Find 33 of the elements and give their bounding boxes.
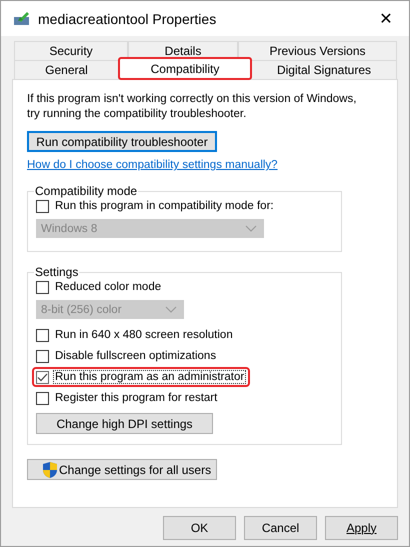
help-link[interactable]: How do I choose compatibility settings manually? <box>27 159 278 171</box>
checkbox-label[interactable]: Run this program in compatibility mode for: <box>53 199 276 213</box>
chevron-down-icon <box>165 306 177 313</box>
checkbox[interactable] <box>36 280 49 294</box>
checkbox[interactable] <box>36 200 49 212</box>
tab[interactable]: Security <box>14 41 128 60</box>
intro-text: If this program isn't working correctly on this version of Windows, try running the compatibility troubleshooter. <box>27 92 357 122</box>
checkbox-label[interactable]: Register this program for restart <box>53 391 220 405</box>
app-icon <box>14 12 30 26</box>
dialog-button[interactable]: Cancel <box>244 516 317 540</box>
checkbox-label[interactable]: Reduced color mode <box>53 280 164 294</box>
checkbox-label[interactable]: Disable fullscreen optimizations <box>53 349 218 363</box>
troubleshooter-button[interactable]: Run compatibility troubleshooter <box>27 131 217 152</box>
all-users-button[interactable]: Change settings for all users <box>27 459 217 480</box>
tab[interactable]: General <box>14 60 119 79</box>
shield-icon <box>42 460 58 478</box>
close-button[interactable]: ✕ <box>363 4 409 34</box>
group-label: Settings <box>34 265 80 279</box>
checkbox-label[interactable]: Run in 640 x 480 screen resolution <box>53 328 235 342</box>
checkbox[interactable] <box>36 370 49 384</box>
tab[interactable]: Compatibility <box>119 58 251 79</box>
dpi-settings-button[interactable]: Change high DPI settings <box>36 413 213 434</box>
checkbox[interactable] <box>36 350 49 362</box>
checkbox[interactable] <box>36 328 49 342</box>
dialog-button[interactable]: OK <box>163 516 236 540</box>
window-title: mediacreationtool Properties <box>38 10 216 26</box>
checkbox-label[interactable]: Run this program as an administrator <box>53 370 246 384</box>
tab[interactable]: Previous Versions <box>238 41 397 60</box>
chevron-down-icon <box>245 225 257 232</box>
dialog-button[interactable]: Apply <box>325 516 398 540</box>
group-label: Compatibility mode <box>34 184 138 198</box>
tab[interactable]: Digital Signatures <box>251 60 397 79</box>
checkbox[interactable] <box>36 392 49 404</box>
